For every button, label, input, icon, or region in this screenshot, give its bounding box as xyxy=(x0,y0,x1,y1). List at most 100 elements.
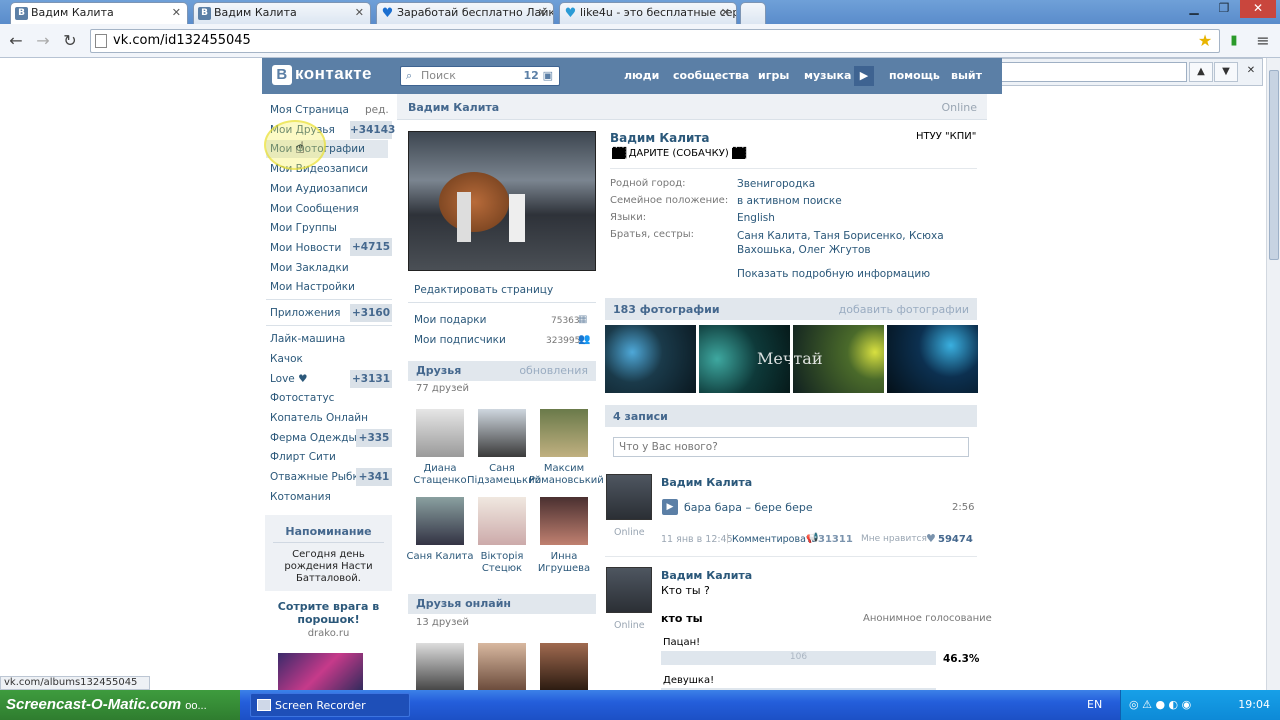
maximize-icon[interactable]: ❐ xyxy=(1210,0,1238,18)
scrollbar[interactable] xyxy=(1266,58,1280,690)
find-close-icon[interactable]: ✕ xyxy=(1239,62,1263,82)
browser-tab[interactable]: В Вадим Калита ✕ xyxy=(193,2,371,24)
nav-games[interactable]: игры xyxy=(758,69,789,82)
friends-online-title[interactable]: Друзья онлайн xyxy=(416,597,511,610)
find-prev-icon[interactable]: ▲ xyxy=(1189,62,1213,82)
friend-photo[interactable] xyxy=(478,409,526,457)
close-tab-icon[interactable]: ✕ xyxy=(721,3,730,23)
friend-online-photo[interactable] xyxy=(540,643,588,691)
friend-name[interactable]: Саня Підзамецький xyxy=(467,463,541,487)
my-gifts-link[interactable]: Мои подарки xyxy=(414,314,486,326)
show-more-link[interactable]: Показать подробную информацию xyxy=(737,268,930,280)
friend-online-photo[interactable] xyxy=(478,643,526,691)
menu-my-settings[interactable]: Мои Настройки xyxy=(270,281,355,293)
bookmark-star-icon[interactable]: ★ xyxy=(1194,30,1216,52)
photos-title[interactable]: 183 фотографии xyxy=(613,303,720,316)
reminder-text[interactable]: Сегодня день рождения Насти Батталовой. xyxy=(265,549,392,585)
friends-updates-link[interactable]: обновления xyxy=(519,361,588,381)
browser-tab[interactable]: ♥ Заработай бесплатно Лайк ✕ xyxy=(376,2,554,24)
farm-count-badge[interactable]: +335 xyxy=(356,429,392,447)
start-button[interactable]: Screencast-O-Matic.com оо... xyxy=(0,690,240,720)
profile-status[interactable]: ▓▓ ДАРИТЕ (СОБАЧКУ) ▓▓ xyxy=(612,148,746,159)
nav-people[interactable]: люди xyxy=(624,69,659,82)
wrench-menu-icon[interactable]: ≡ xyxy=(1252,30,1274,52)
profile-university[interactable]: НТУУ "КПИ" xyxy=(916,131,976,142)
add-photos-link[interactable]: добавить фотографии xyxy=(839,303,969,316)
friend-name[interactable]: Вікторія Стецюк xyxy=(467,551,537,575)
menu-app-brave-fish[interactable]: Отважные Рыбки xyxy=(270,471,366,483)
menu-app-digger[interactable]: Копатель Онлайн xyxy=(270,412,368,424)
info-value-hometown[interactable]: Звенигородка xyxy=(737,178,815,190)
friend-name[interactable]: Саня Калита xyxy=(405,551,475,563)
repost-icon[interactable]: 📢 xyxy=(806,533,818,544)
my-subscribers-link[interactable]: Мои подписчики xyxy=(414,334,506,346)
comment-link[interactable]: Комментировать xyxy=(732,534,817,545)
love-count-badge[interactable]: +3131 xyxy=(350,370,392,388)
menu-my-bookmarks[interactable]: Мои Закладки xyxy=(270,262,349,274)
menu-app-love[interactable]: Love ♥ xyxy=(270,373,308,385)
info-value-languages[interactable]: English xyxy=(737,212,775,224)
find-input[interactable] xyxy=(982,62,1187,82)
like-label[interactable]: Мне нравится xyxy=(861,534,927,544)
language-indicator[interactable]: EN xyxy=(1087,690,1102,720)
browser-tab[interactable]: ♥ like4u - это бесплатные сер ✕ xyxy=(559,2,737,24)
friend-name[interactable]: Диана Стащенко xyxy=(405,463,475,487)
clock[interactable]: 19:04 xyxy=(1238,690,1270,720)
forward-icon[interactable]: → xyxy=(32,30,54,52)
close-window-icon[interactable]: ✕ xyxy=(1240,0,1276,18)
poll-option-bar[interactable]: 106 xyxy=(661,651,936,665)
nav-logout[interactable]: выйт xyxy=(951,69,982,82)
menu-app-kotomania[interactable]: Котомания xyxy=(270,491,331,503)
scrollbar-thumb[interactable] xyxy=(1269,70,1279,260)
post-author[interactable]: Вадим Калита xyxy=(661,569,752,582)
apps-count-badge[interactable]: +3160 xyxy=(350,304,392,322)
vk-logo[interactable]: Вконтакте xyxy=(272,64,372,85)
find-next-icon[interactable]: ▼ xyxy=(1214,62,1238,82)
back-icon[interactable]: ← xyxy=(5,30,27,52)
close-tab-icon[interactable]: ✕ xyxy=(538,3,547,23)
nav-music[interactable]: музыка xyxy=(804,69,851,82)
friend-name[interactable]: Инна Игрушева xyxy=(529,551,599,575)
menu-my-news[interactable]: Мои Новости xyxy=(270,242,341,254)
friends-count-badge[interactable]: +34143 xyxy=(350,121,395,139)
post-author-avatar[interactable] xyxy=(606,567,652,613)
friend-photo[interactable] xyxy=(416,497,464,545)
edit-page-link[interactable]: Редактировать страницу xyxy=(414,284,553,296)
poll-option-label[interactable]: Девушка! xyxy=(663,675,714,686)
wall-post-input[interactable]: Что у Вас нового? xyxy=(613,437,969,457)
address-bar[interactable]: vk.com/id132455045 xyxy=(90,29,1220,53)
menu-apps[interactable]: Приложения xyxy=(270,307,340,319)
photos-section-header[interactable]: 183 фотографии добавить фотографии xyxy=(605,298,977,320)
info-value-siblings[interactable]: Саня Калита, Таня Борисенко, Ксюха Вахош… xyxy=(737,229,977,257)
taskbar-screen-recorder[interactable]: Screen Recorder xyxy=(250,693,410,717)
audio-play-icon[interactable]: ▶ xyxy=(662,499,678,515)
post-author-avatar[interactable] xyxy=(606,474,652,520)
menu-app-photostatus[interactable]: Фотостатус xyxy=(270,392,334,404)
ad-block[interactable]: Сотрите врага в порошок! drako.ru xyxy=(265,600,392,693)
reload-icon[interactable]: ↻ xyxy=(59,30,81,52)
fish-count-badge[interactable]: +341 xyxy=(356,468,392,486)
extension-icon[interactable]: ▮ xyxy=(1223,30,1245,52)
friend-name[interactable]: Максим Романовський xyxy=(529,463,604,487)
browser-tab[interactable]: В Вадим Калита ✕ xyxy=(10,2,188,24)
post-date[interactable]: 11 янв в 12:45 xyxy=(661,534,733,545)
audio-title[interactable]: бара бара – бере бере xyxy=(684,501,813,514)
friend-online-photo[interactable] xyxy=(416,643,464,691)
menu-my-groups[interactable]: Мои Группы xyxy=(270,222,337,234)
photo-thumb[interactable] xyxy=(887,325,978,393)
info-value-relationship[interactable]: в активном поиске xyxy=(737,195,842,207)
photo-thumb[interactable]: Мечтай xyxy=(757,325,884,393)
menu-my-page[interactable]: Моя Страница xyxy=(270,104,349,116)
menu-app-flirt-city[interactable]: Флирт Сити xyxy=(270,451,336,463)
minimize-icon[interactable]: ▁ xyxy=(1180,0,1208,18)
taskbar-item-truncated[interactable]: оо... xyxy=(185,700,206,712)
friend-photo[interactable] xyxy=(540,409,588,457)
nav-communities[interactable]: сообщества xyxy=(673,69,749,82)
menu-app-kachok[interactable]: Качок xyxy=(270,353,303,365)
menu-my-messages[interactable]: Мои Сообщения xyxy=(270,203,359,215)
menu-my-audio[interactable]: Мои Аудиозаписи xyxy=(270,183,368,195)
heart-icon[interactable]: ♥ xyxy=(926,532,936,545)
friend-photo[interactable] xyxy=(478,497,526,545)
tray-icons[interactable]: ◎ ⚠ ● ◐ ◉ xyxy=(1129,690,1191,720)
friend-photo[interactable] xyxy=(416,409,464,457)
